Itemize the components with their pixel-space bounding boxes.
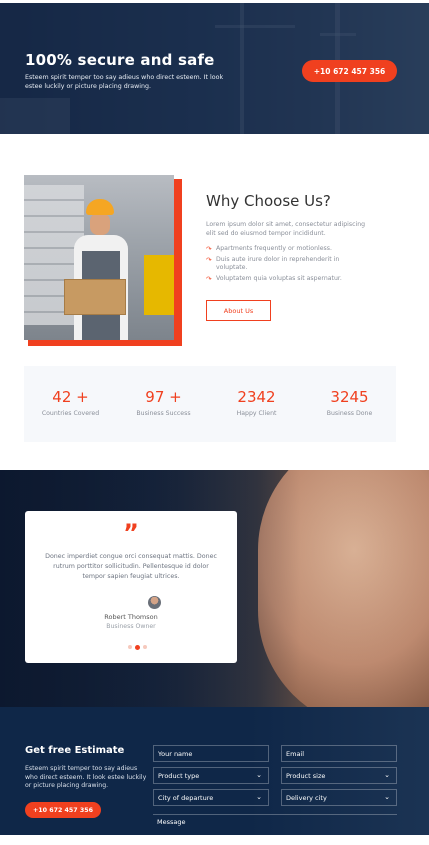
product-size-select[interactable]: Product size ⌄ <box>281 767 397 784</box>
testimonial-text: Donec imperdiet congue orci consequat ma… <box>45 553 217 580</box>
avatar <box>148 596 161 609</box>
bullet-text: Voluptatem quia voluptas sit aspernatur. <box>216 275 342 282</box>
carousel-dots <box>117 644 157 650</box>
estimate-section: Get free Estimate Esteem spirit temper t… <box>0 707 429 835</box>
product-size-label: Product size <box>286 771 326 780</box>
stat-number: 3245 <box>330 388 369 406</box>
stat-label: Business Done <box>326 410 373 417</box>
list-item: ↷ Duis aute irure dolor in reprehenderit … <box>206 256 356 272</box>
worker-photo <box>24 175 174 340</box>
name-placeholder: Your name <box>158 749 193 758</box>
cta-banner: 100% secure and safe Esteem spirit tempe… <box>0 3 429 134</box>
email-placeholder: Email <box>286 749 305 758</box>
carousel-dot-active[interactable] <box>134 644 140 650</box>
carousel-dot[interactable] <box>127 645 132 649</box>
arrow-icon: ↷ <box>206 256 212 264</box>
about-us-button[interactable]: About Us <box>206 300 271 321</box>
city-of-departure-select[interactable]: City of departure ⌄ <box>153 789 269 806</box>
delivery-city-select[interactable]: Delivery city ⌄ <box>281 789 397 806</box>
bullet-text: Apartments frequently or motionless. <box>216 245 332 252</box>
bullet-text: Duis aute irure dolor in reprehenderit i… <box>216 256 340 271</box>
why-bullet-list: ↷ Apartments frequently or motionless. ↷ D… <box>206 245 356 286</box>
message-placeholder: Message <box>157 817 186 826</box>
stat-business-success: 97 + Business Success <box>117 388 210 417</box>
arrow-icon: ↷ <box>206 275 212 283</box>
city-label: City of departure <box>158 793 214 802</box>
chevron-down-icon: ⌄ <box>384 793 390 801</box>
cardboard-box <box>64 279 126 315</box>
arrow-icon: ↷ <box>206 245 212 253</box>
message-field[interactable]: Message <box>153 814 397 828</box>
stats-panel: 42 + Countries Covered 97 + Business Suc… <box>24 366 396 442</box>
email-field[interactable]: Email <box>281 745 397 762</box>
quote-icon: ” <box>123 519 139 547</box>
product-type-select[interactable]: Product type ⌄ <box>153 767 269 784</box>
estimate-phone-button[interactable]: +10 672 457 356 <box>25 802 101 818</box>
stat-label: Business Success <box>136 410 191 417</box>
chevron-down-icon: ⌄ <box>384 771 390 779</box>
banner-phone-button[interactable]: +10 672 457 356 <box>302 60 397 82</box>
estimate-text: Esteem spirit temper too say adieus who … <box>25 765 147 789</box>
testimonial-name: Robert Thomson <box>104 613 158 621</box>
estimate-title: Get free Estimate <box>25 745 125 756</box>
banner-text: Esteem spirit temper too say adieus who … <box>25 74 224 90</box>
product-type-label: Product type <box>158 771 200 780</box>
forklift <box>144 255 174 315</box>
why-title: Why Choose Us? <box>206 192 331 210</box>
stat-number: 42 + <box>52 388 89 406</box>
stat-happy-client: 2342 Happy Client <box>210 388 303 417</box>
stat-number: 2342 <box>237 388 276 406</box>
stat-label: Happy Client <box>236 410 277 417</box>
testimonial-role: Business Owner <box>106 623 156 630</box>
list-item: ↷ Voluptatem quia voluptas sit aspernatur… <box>206 275 356 283</box>
chevron-down-icon: ⌄ <box>256 793 262 801</box>
carousel-dot[interactable] <box>142 645 147 649</box>
banner-title: 100% secure and safe <box>25 51 215 69</box>
stat-countries: 42 + Countries Covered <box>24 388 117 417</box>
chevron-down-icon: ⌄ <box>256 771 262 779</box>
worker-face <box>90 213 110 235</box>
stat-label: Countries Covered <box>41 410 100 417</box>
name-field[interactable]: Your name <box>153 745 269 762</box>
stat-number: 97 + <box>145 388 182 406</box>
list-item: ↷ Apartments frequently or motionless. <box>206 245 356 253</box>
hard-hat <box>86 199 114 215</box>
delivery-label: Delivery city <box>286 793 327 802</box>
why-description: Lorem ipsum dolor sit amet, consectetur … <box>206 221 366 237</box>
stat-business-done: 3245 Business Done <box>303 388 396 417</box>
testimonial-card: ” Donec imperdiet congue orci consequat … <box>25 511 237 663</box>
